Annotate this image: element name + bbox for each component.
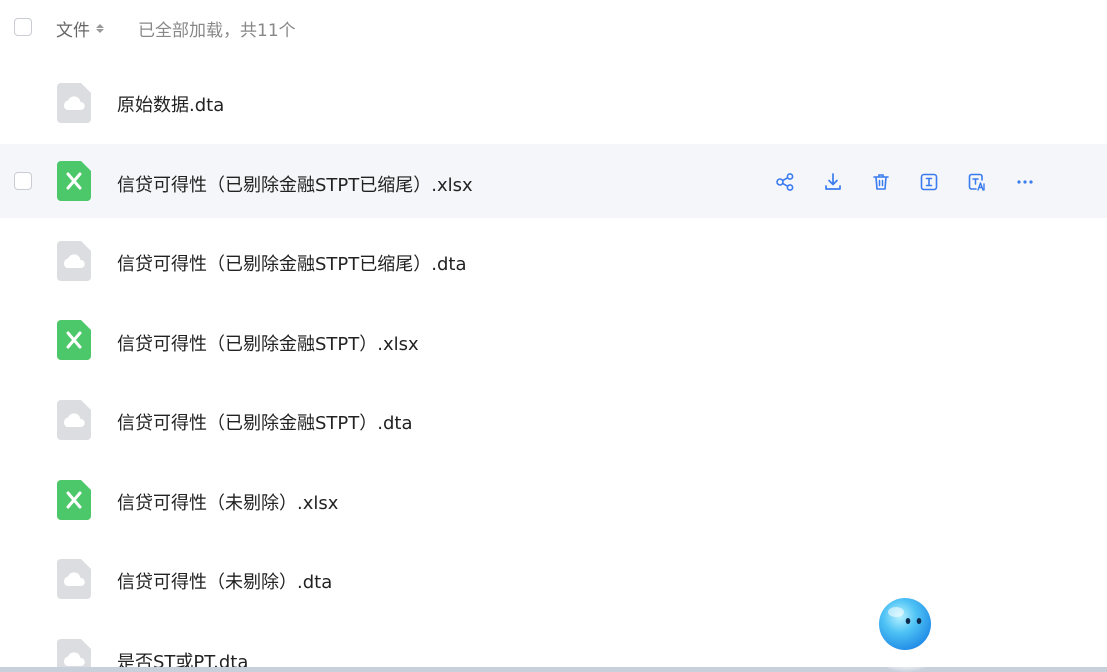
delete-icon[interactable] [870, 171, 892, 193]
translate-icon[interactable] [966, 171, 988, 193]
cloud-file-icon [57, 639, 91, 667]
file-row[interactable]: 原始数据.dta [0, 66, 1107, 140]
more-icon[interactable] [1014, 171, 1036, 193]
file-name[interactable]: 信贷可得性（未剔除）.dta [117, 568, 332, 594]
rename-icon[interactable] [918, 171, 940, 193]
file-row[interactable]: 信贷可得性（已剔除金融STPT已缩尾）.xlsx [0, 144, 1107, 218]
file-row[interactable]: 信贷可得性（已剔除金融STPT）.xlsx [0, 303, 1107, 377]
excel-file-icon [57, 480, 91, 520]
cloud-file-icon [57, 241, 91, 281]
file-name[interactable]: 信贷可得性（已剔除金融STPT）.dta [117, 409, 413, 435]
file-name[interactable]: 信贷可得性（未剔除）.xlsx [117, 489, 338, 515]
file-name[interactable]: 是否ST或PT.dta [117, 648, 248, 667]
file-row[interactable]: 信贷可得性（已剔除金融STPT已缩尾）.dta [0, 224, 1107, 298]
row-checkbox[interactable] [14, 172, 32, 190]
ai-assistant-button[interactable] [860, 580, 952, 672]
bottom-divider [0, 667, 1107, 672]
select-all-checkbox[interactable] [14, 18, 32, 36]
download-icon[interactable] [822, 171, 844, 193]
file-name[interactable]: 信贷可得性（已剔除金融STPT）.xlsx [117, 330, 419, 356]
file-list-header: 文件 已全部加载，共11个 [0, 0, 1107, 56]
cloud-file-icon [57, 83, 91, 123]
load-status: 已全部加载，共11个 [138, 21, 296, 41]
cloud-file-icon [57, 400, 91, 440]
row-actions [774, 171, 1036, 193]
file-name[interactable]: 信贷可得性（已剔除金融STPT已缩尾）.dta [117, 250, 467, 276]
excel-file-icon [57, 320, 91, 360]
excel-file-icon [57, 161, 91, 201]
file-row[interactable]: 信贷可得性（未剔除）.xlsx [0, 462, 1107, 536]
file-name[interactable]: 信贷可得性（已剔除金融STPT已缩尾）.xlsx [117, 171, 473, 197]
file-name[interactable]: 原始数据.dta [117, 91, 224, 117]
assistant-mascot-icon [879, 598, 931, 650]
cloud-file-icon [57, 559, 91, 599]
sort-icon [96, 24, 104, 33]
file-row[interactable]: 信贷可得性（已剔除金融STPT）.dta [0, 383, 1107, 457]
file-column-sort[interactable]: 文件 [56, 16, 104, 41]
file-column-label: 文件 [56, 21, 90, 41]
share-icon[interactable] [774, 171, 796, 193]
